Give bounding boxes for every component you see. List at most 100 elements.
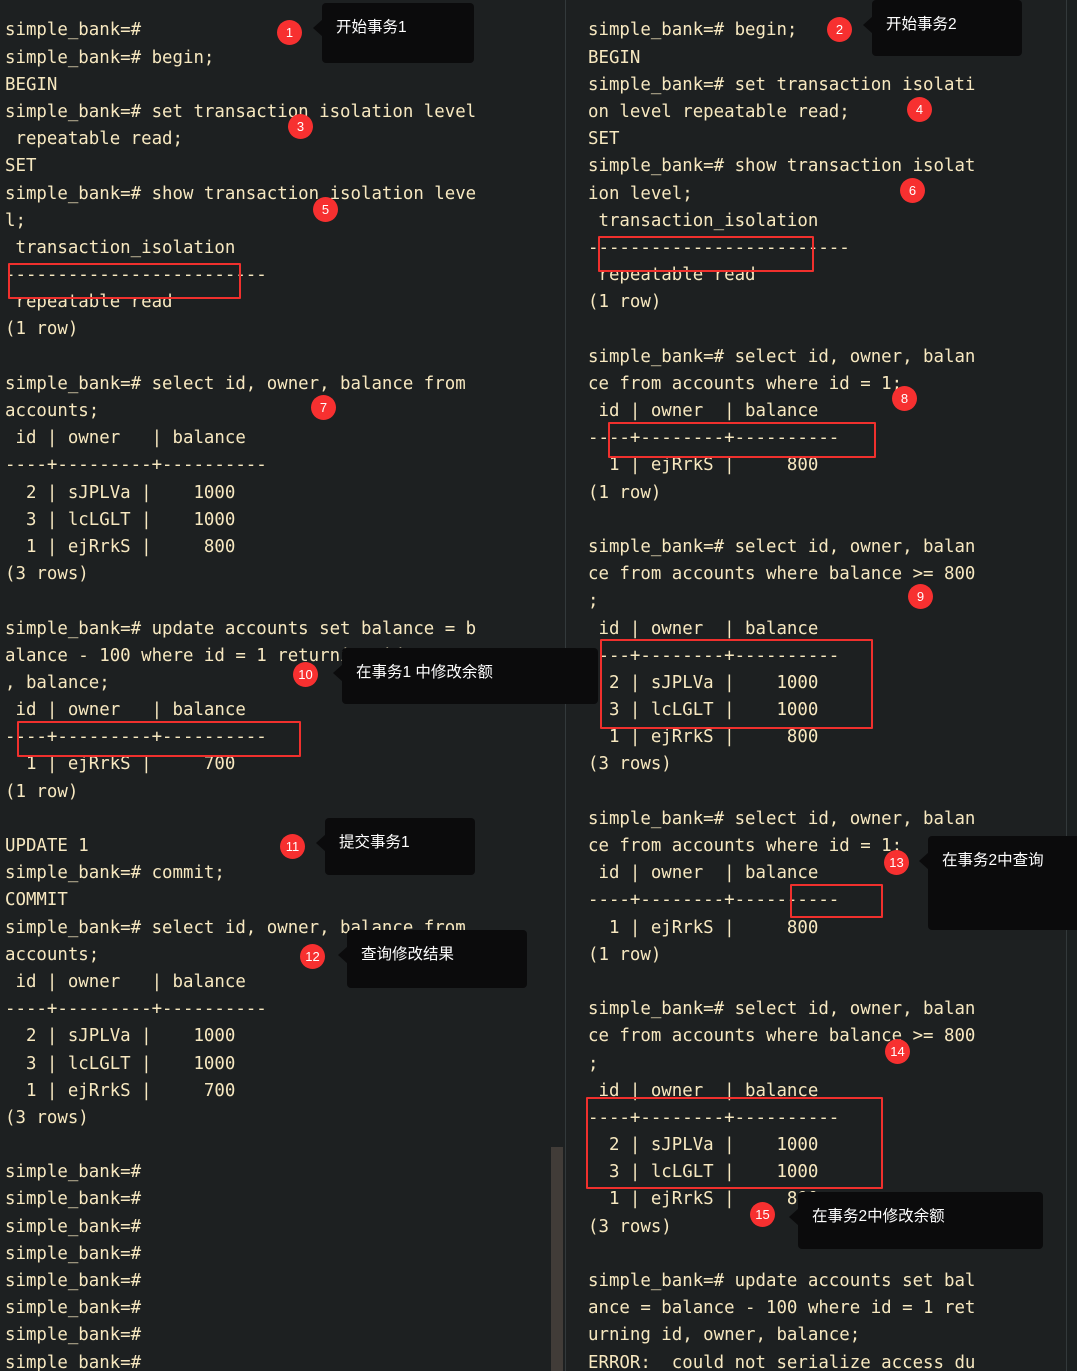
tooltip-2: 开始事务2 [863,0,1022,56]
terminal-line: ; [588,1053,599,1074]
terminal-line: ----+--------+---------- [588,428,840,449]
terminal-line: transaction_isolation [588,210,819,231]
badge-5: 5 [313,197,338,222]
tooltip-text: 开始事务1 [336,19,407,36]
terminal-line: simple_bank=# [5,1298,142,1319]
terminal-line: simple_bank=# select id, owner, balan [588,346,976,367]
terminal-line: 1 | ejRrkS | 800 [588,455,819,476]
badge-4: 4 [907,97,932,122]
terminal-line: (1 row) [588,292,662,313]
terminal-line: 1 | ejRrkS | 800 [588,727,819,748]
terminal-line: simple_bank=# show transaction isolat [588,156,976,177]
terminal-line: 2 | sJPLVa | 1000 [5,482,236,503]
terminal-line: urning id, owner, balance; [588,1325,861,1346]
terminal-line: 2 | sJPLVa | 1000 [588,672,819,693]
terminal-line: 2 | sJPLVa | 1000 [588,1135,819,1156]
terminal-line: ------------------------- [5,265,267,286]
tooltip-15: 在事务2中修改余额 [789,1192,1043,1249]
terminal-line: id | owner | balance [588,618,819,639]
tooltip-text: 在事务2中查询 [942,852,1044,869]
badge-14: 14 [885,1039,910,1064]
terminal-line: simple_bank=# select id, owner, balance … [5,373,466,394]
terminal-line: simple_bank=# update accounts set balanc… [5,618,477,639]
terminal-line: ; [588,591,599,612]
terminal-line: ance = balance - 100 where id = 1 ret [588,1298,976,1319]
badge-15: 15 [750,1202,775,1227]
tooltip-10: 在事务1 中修改余额 [333,648,598,704]
badge-1: 1 [277,20,302,45]
terminal-line: simple_bank=# select id, owner, balan [588,808,976,829]
terminal-line: ----+--------+---------- [588,645,840,666]
terminal-line: SET [5,156,37,177]
terminal-line: 3 | lcLGLT | 1000 [588,700,819,721]
terminal-pane-transaction-2[interactable]: simple_bank=# begin; BEGIN simple_bank=# s… [566,0,1066,1371]
terminal-line: repeatable read [5,292,173,313]
terminal-line: 3 | lcLGLT | 1000 [588,1162,819,1183]
terminal-line: simple_bank=# [5,1325,142,1346]
terminal-line: accounts; [5,401,100,422]
terminal-line: 1 | ejRrkS | 700 [5,1080,236,1101]
badge-13: 13 [884,850,909,875]
terminal-line: simple_bank=# begin; [5,47,215,68]
terminal-line: simple_bank=# set transaction isolation … [5,101,477,122]
terminal-line: (3 rows) [5,1107,89,1128]
terminal-line: id | owner | balance [588,1080,819,1101]
badge-10: 10 [293,662,318,687]
terminal-line: simple_bank=# [5,1271,142,1292]
tooltip-12: 查询修改结果 [338,930,527,988]
terminal-line: simple_bank=# [5,1216,142,1237]
terminal-line: ----+---------+---------- [5,727,267,748]
terminal-line: on level repeatable read; [588,101,850,122]
terminal-line: COMMIT [5,890,68,911]
terminal-line: simple_bank=# update accounts set bal [588,1271,976,1292]
terminal-line: (1 row) [588,944,662,965]
terminal-line: ce from accounts where id = 1; [588,373,903,394]
terminal-line: 3 | lcLGLT | 1000 [5,1053,236,1074]
terminal-line: (1 row) [5,319,79,340]
terminal-line: simple_bank=# show transaction isolation… [5,183,477,204]
badge-11: 11 [280,834,305,859]
terminal-line: ce from accounts where balance >= 800 [588,1026,976,1047]
terminal-line: repeatable read [588,265,756,286]
badge-6: 6 [900,178,925,203]
terminal-line: simple_bank=# [5,1189,142,1210]
tooltip-text: 开始事务2 [886,16,957,33]
tooltip-1: 开始事务1 [313,3,474,63]
terminal-line: ----+--------+---------- [588,1107,840,1128]
terminal-output-transaction-2: simple_bank=# begin; BEGIN simple_bank=# s… [566,17,1066,1371]
terminal-line: simple_bank=# select id, owner, balan [588,999,976,1020]
terminal-line: 1 | ejRrkS | 700 [5,754,236,775]
terminal-line: l; [5,210,26,231]
terminal-line: (3 rows) [5,564,89,585]
terminal-line: id | owner | balance [5,428,246,449]
terminal-line: simple_bank=# commit; [5,863,225,884]
terminal-line: id | owner | balance [588,401,819,422]
terminal-line: 2 | sJPLVa | 1000 [5,1026,236,1047]
terminal-line: ----+---------+---------- [5,999,267,1020]
tooltip-11: 提交事务1 [316,818,475,875]
terminal-line: simple_bank=# [5,1162,142,1183]
terminal-line: simple_bank=# set transaction isolati [588,74,976,95]
screenshot-root: simple_bank=# simple_bank=# begin; BEGIN si… [0,0,1077,1371]
terminal-line: ion level; [588,183,693,204]
terminal-line: ------------------------- [588,237,850,258]
badge-3: 3 [288,114,313,139]
badge-9: 9 [908,584,933,609]
tooltip-text: 查询修改结果 [361,946,455,963]
terminal-line: transaction_isolation [5,237,236,258]
terminal-line: (1 row) [5,781,79,802]
terminal-line: simple_bank=# [5,1352,142,1371]
terminal-line: ----+---------+---------- [5,455,267,476]
left-pane-scrollbar[interactable] [551,1147,563,1371]
tooltip-13: 在事务2中查询 [919,836,1077,930]
terminal-line: ce from accounts where balance >= 800 [588,564,976,585]
terminal-line: BEGIN [5,74,58,95]
terminal-line: simple_bank=# [5,1243,142,1264]
terminal-line: simple_bank=# select id, owner, balan [588,536,976,557]
